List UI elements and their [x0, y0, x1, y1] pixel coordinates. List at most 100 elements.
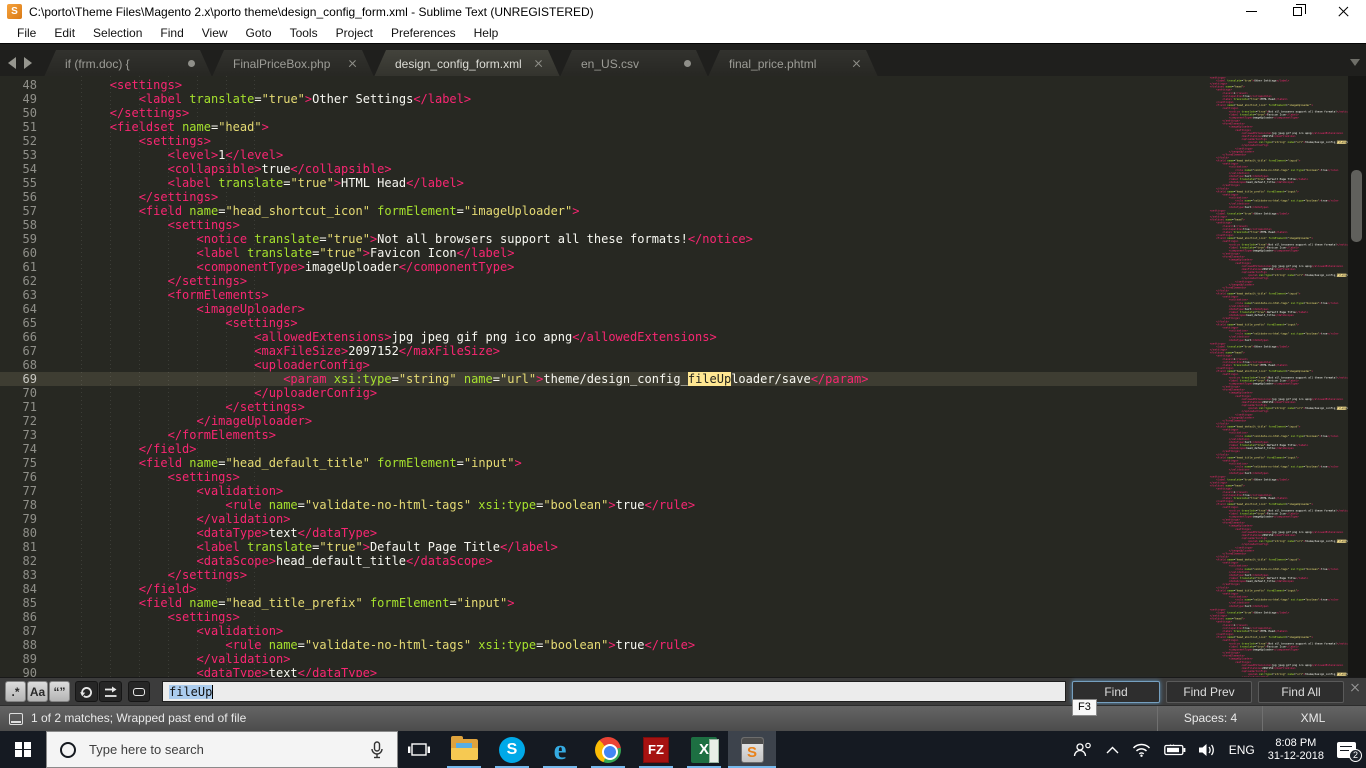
code-line: <field name="head_default_title" formEle…	[138, 456, 522, 470]
tab-nav-back-icon[interactable]	[8, 57, 16, 69]
line-number: 60	[22, 246, 37, 260]
line-number: 69	[22, 372, 37, 386]
menu-tools[interactable]: Tools	[281, 23, 327, 43]
code-editor[interactable]: 48 49 50 51 52 53 54 55 56 57 58 59 60 61 62 63 64 65 66 67…	[0, 76, 1366, 677]
code-line: <settings>	[167, 610, 240, 624]
code-area[interactable]: <settings> <label translate="true">Other…	[1197, 209, 1348, 341]
menu-help[interactable]: Help	[465, 23, 508, 43]
taskbar-search-box[interactable]: Type here to search	[46, 731, 398, 768]
line-number: 88	[22, 638, 37, 652]
modified-dot-icon[interactable]	[188, 60, 195, 67]
taskbar-app-sublime-text[interactable]: S	[728, 731, 776, 768]
taskbar-app-filezilla[interactable]: FZ	[632, 731, 680, 768]
find-panel-close-icon[interactable]	[1350, 682, 1360, 692]
code-line: <allowedExtensions>jpg jpeg gif png ico …	[254, 330, 717, 344]
code-line: </validation>	[196, 512, 291, 526]
start-button[interactable]	[0, 731, 46, 768]
volume-icon[interactable]	[1198, 743, 1216, 757]
tab-design-config-form.xml[interactable]: design_config_form.xml	[374, 50, 560, 77]
taskbar-app-excel[interactable]: X	[680, 731, 728, 768]
clock[interactable]: 8:08 PM 31-12-2018	[1268, 737, 1324, 763]
scrollbar-thumb[interactable]	[1351, 170, 1362, 242]
taskbar-app-skype[interactable]: S	[488, 731, 536, 768]
tab-if-frm.doc-[interactable]: if (frm.doc) {	[44, 50, 212, 77]
tab-close-icon[interactable]	[852, 59, 861, 68]
minimap[interactable]: <settings> <label translate="true">Other…	[1197, 76, 1348, 677]
code-area[interactable]: <settings> <label translate="true">Other…	[1197, 76, 1348, 208]
menu-preferences[interactable]: Preferences	[382, 23, 465, 43]
find-all-button[interactable]: Find All	[1258, 681, 1344, 703]
menu-view[interactable]: View	[193, 23, 237, 43]
whole-word-toggle[interactable]: “”	[49, 681, 70, 702]
find-prev-button[interactable]: Find Prev	[1166, 681, 1252, 703]
line-number: 68	[22, 358, 37, 372]
panel-toggle-icon[interactable]	[9, 713, 23, 725]
line-number: 86	[22, 610, 37, 624]
find-input[interactable]: fileUp	[162, 681, 1066, 702]
restore-icon	[1292, 4, 1306, 16]
syntax-mode[interactable]: XML	[1263, 706, 1363, 731]
tab-label: final_price.phtml	[729, 56, 817, 71]
chevron-up-icon[interactable]	[1106, 746, 1119, 754]
wifi-icon[interactable]	[1132, 743, 1151, 757]
tab-en-US.csv[interactable]: en_US.csv	[560, 50, 708, 77]
code-line: <settings>	[167, 218, 240, 232]
code-line: </settings>	[225, 400, 305, 414]
tab-close-icon[interactable]	[534, 59, 543, 68]
code-line: <settings>	[138, 134, 211, 148]
scrollbar-track[interactable]	[1348, 76, 1366, 677]
line-number: 55	[22, 176, 37, 190]
restore-button[interactable]	[1274, 0, 1320, 23]
code-line: <rule name="validate-no-html-tags" xsi:t…	[225, 498, 696, 512]
line-number: 61	[22, 260, 37, 274]
language-indicator[interactable]: ENG	[1229, 743, 1255, 757]
menu-selection[interactable]: Selection	[84, 23, 151, 43]
notification-center-icon[interactable]: 2	[1337, 741, 1362, 762]
battery-charging-icon[interactable]	[1163, 744, 1186, 756]
code-line: </formElements>	[167, 428, 276, 442]
task-view-button[interactable]	[398, 731, 440, 768]
minimize-button[interactable]	[1228, 0, 1274, 23]
close-button[interactable]	[1320, 0, 1366, 23]
code-area[interactable]: <settings> <label translate="true">Other…	[1197, 608, 1348, 677]
line-number: 90	[22, 666, 37, 677]
code-line: <validation>	[196, 484, 284, 498]
taskbar-app-file-explorer[interactable]	[440, 731, 488, 768]
code-area[interactable]: <settings> <label translate="true">Other…	[1197, 342, 1348, 474]
tab-final-price.phtml[interactable]: final_price.phtml	[708, 50, 878, 77]
in-selection-toggle[interactable]	[99, 681, 122, 702]
menu-edit[interactable]: Edit	[45, 23, 84, 43]
modified-dot-icon[interactable]	[684, 60, 691, 67]
menu-goto[interactable]: Goto	[237, 23, 281, 43]
menu-find[interactable]: Find	[151, 23, 192, 43]
chrome-icon	[595, 736, 621, 763]
minimize-icon	[1245, 10, 1257, 13]
filezilla-icon: FZ	[643, 736, 669, 763]
wrap-toggle[interactable]	[75, 681, 98, 702]
code-line: <dataType>text</dataType>	[196, 666, 378, 677]
people-icon[interactable]	[1073, 742, 1093, 758]
indent-setting[interactable]: Spaces: 4	[1158, 706, 1263, 731]
line-number: 75	[22, 456, 37, 470]
code-area[interactable]: <settings> <label translate="true">Other…	[1197, 475, 1348, 607]
tab-FinalPriceBox.php[interactable]: FinalPriceBox.php	[212, 50, 374, 77]
case-sensitive-toggle[interactable]: Aa	[27, 681, 48, 702]
menu-project[interactable]: Project	[327, 23, 382, 43]
regex-toggle[interactable]: .*	[5, 681, 26, 702]
tab-overflow-icon[interactable]	[1350, 59, 1360, 66]
tab-close-icon[interactable]	[348, 59, 357, 68]
code-line: <label translate="true">Default Page Tit…	[196, 540, 558, 554]
taskbar-app-chrome[interactable]	[584, 731, 632, 768]
window-title: C:\porto\Theme Files\Magento 2.x\porto t…	[29, 4, 594, 19]
tab-nav-forward-icon[interactable]	[24, 57, 32, 69]
line-number: 74	[22, 442, 37, 456]
code-area[interactable]: <settings> <label translate="true">Other…	[52, 78, 1197, 677]
menu-file[interactable]: File	[8, 23, 45, 43]
code-line: </validation>	[196, 652, 291, 666]
tab-bar: if (frm.doc) {FinalPriceBox.php design_co…	[0, 43, 1366, 76]
line-number: 80	[22, 526, 37, 540]
microphone-icon[interactable]	[370, 740, 384, 759]
highlight-matches-toggle[interactable]	[128, 681, 150, 702]
windows-logo-icon	[15, 741, 31, 758]
taskbar-app-edge[interactable]: e	[536, 731, 584, 768]
